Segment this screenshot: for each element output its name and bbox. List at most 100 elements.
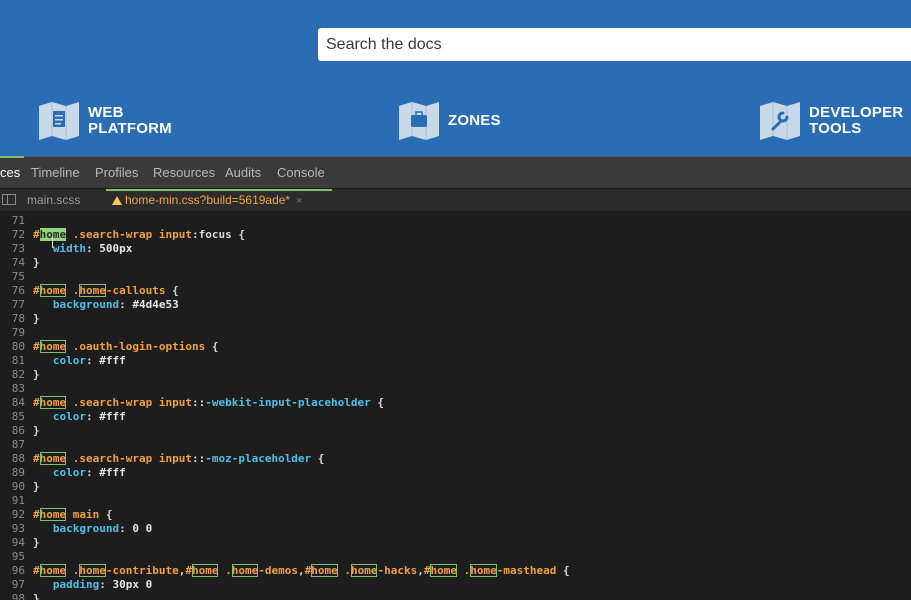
code-token: # — [33, 452, 40, 465]
file-tab-main-scss[interactable]: main.scss — [27, 193, 80, 207]
wrench-map-icon — [759, 101, 801, 141]
code-text: background: #4d4e53 — [33, 298, 179, 312]
code-token: :: — [191, 452, 206, 465]
code-token: { — [556, 564, 570, 577]
code-token: -callouts — [105, 284, 166, 297]
search-match: home — [39, 508, 67, 521]
line-number: 95 — [11, 550, 25, 563]
code-token: : — [86, 242, 100, 255]
tab-audits[interactable]: Audits — [225, 165, 261, 180]
code-token: .oauth-login-options — [72, 340, 206, 353]
line-number: 91 — [11, 494, 25, 507]
zone-developer-tools[interactable]: DEVELOPER TOOLS — [759, 100, 903, 142]
zone-web-platform[interactable]: WEB PLATFORM — [38, 100, 172, 142]
close-tab-icon[interactable]: × — [296, 195, 302, 207]
sidebar-toggle-icon[interactable] — [2, 194, 16, 205]
code-text: #home .search-wrap input::-moz-placehold… — [33, 452, 324, 466]
code-text: width: 500px — [33, 242, 133, 256]
search-match: home — [231, 564, 259, 577]
tab-console[interactable]: Console — [277, 165, 325, 180]
code-token: } — [33, 368, 40, 381]
text-cursor — [52, 237, 53, 248]
code-token: # — [33, 340, 40, 353]
code-token: . — [225, 564, 232, 577]
search-match: home — [39, 284, 67, 297]
search-match: home — [39, 564, 67, 577]
code-token: { — [205, 340, 219, 353]
code-text: } — [33, 424, 40, 438]
line-number: 96 — [11, 564, 25, 577]
code-token: : — [86, 410, 100, 423]
code-token: : — [119, 522, 133, 535]
line-number: 90 — [11, 480, 25, 493]
code-text: } — [33, 536, 40, 550]
code-editor[interactable]: 71 72 #home .search-wrap input:focus {73 w… — [0, 212, 911, 600]
code-text: #home .oauth-login-options { — [33, 340, 218, 354]
code-token: color — [52, 410, 86, 423]
code-token: :: — [191, 396, 206, 409]
search-match: home — [79, 564, 106, 577]
code-token: , — [417, 564, 424, 577]
code-text: background: 0 0 — [33, 522, 152, 536]
file-tab-home-min-css[interactable]: home-min.css?build=5619ade* × — [112, 193, 303, 207]
zone-label: DEVELOPER TOOLS — [809, 104, 904, 137]
file-tabs: main.scss home-min.css?build=5619ade* × — [0, 189, 911, 212]
tab-timeline[interactable]: Timeline — [31, 165, 80, 180]
code-token: : — [99, 578, 113, 591]
line-number: 79 — [11, 326, 25, 339]
line-number: 81 — [11, 354, 25, 367]
code-token: { — [99, 508, 113, 521]
line-number: 80 — [11, 340, 25, 353]
search-match: home — [311, 564, 338, 577]
code-token: padding — [52, 578, 100, 591]
code-text: } — [33, 368, 40, 382]
code-token: } — [33, 480, 40, 493]
code-token: .search-wrap input — [72, 228, 192, 241]
line-number: 76 — [11, 284, 25, 297]
code-token: -demos — [258, 564, 298, 577]
line-number: 84 — [11, 396, 25, 409]
search-match: home — [350, 564, 378, 577]
line-number: 72 — [11, 228, 25, 241]
search-match: home — [191, 564, 219, 577]
code-token: # — [33, 396, 40, 409]
tab-profiles[interactable]: Profiles — [95, 165, 138, 180]
tab-sources[interactable]: ces — [0, 165, 20, 180]
code-token: .search-wrap input — [72, 396, 192, 409]
active-tab-indicator — [106, 189, 332, 191]
code-token: background — [52, 522, 120, 535]
file-tab-label: home-min.css?build=5619ade* — [125, 193, 291, 207]
search-match: home — [430, 564, 457, 577]
search-match: home — [470, 564, 497, 577]
code-text: } — [33, 480, 40, 494]
tab-resources[interactable]: Resources — [153, 165, 215, 180]
code-token: background — [52, 298, 120, 311]
code-token: 30px 0 — [112, 578, 153, 591]
code-token: # — [185, 564, 192, 577]
code-token: # — [33, 564, 40, 577]
code-token: } — [33, 424, 40, 437]
line-number: 98 — [11, 592, 25, 600]
search-input[interactable]: Search the docs — [318, 28, 911, 61]
line-number: 74 — [11, 256, 25, 269]
code-token: , — [297, 564, 305, 577]
zone-label: WEB PLATFORM — [88, 104, 172, 137]
line-number: 75 — [11, 270, 25, 283]
line-number: 88 — [11, 452, 25, 465]
zone-zones[interactable]: ZONES — [398, 100, 501, 142]
code-text: #home .search-wrap input::-webkit-input-… — [33, 396, 384, 410]
code-text: color: #fff — [33, 466, 126, 480]
code-token: -masthead — [496, 564, 557, 577]
site-header: Search the docs WEB PLATFORM ZONES DEVEL… — [0, 0, 911, 156]
code-token: : — [119, 298, 133, 311]
code-token: { — [311, 452, 325, 465]
search-match: home — [39, 396, 67, 409]
